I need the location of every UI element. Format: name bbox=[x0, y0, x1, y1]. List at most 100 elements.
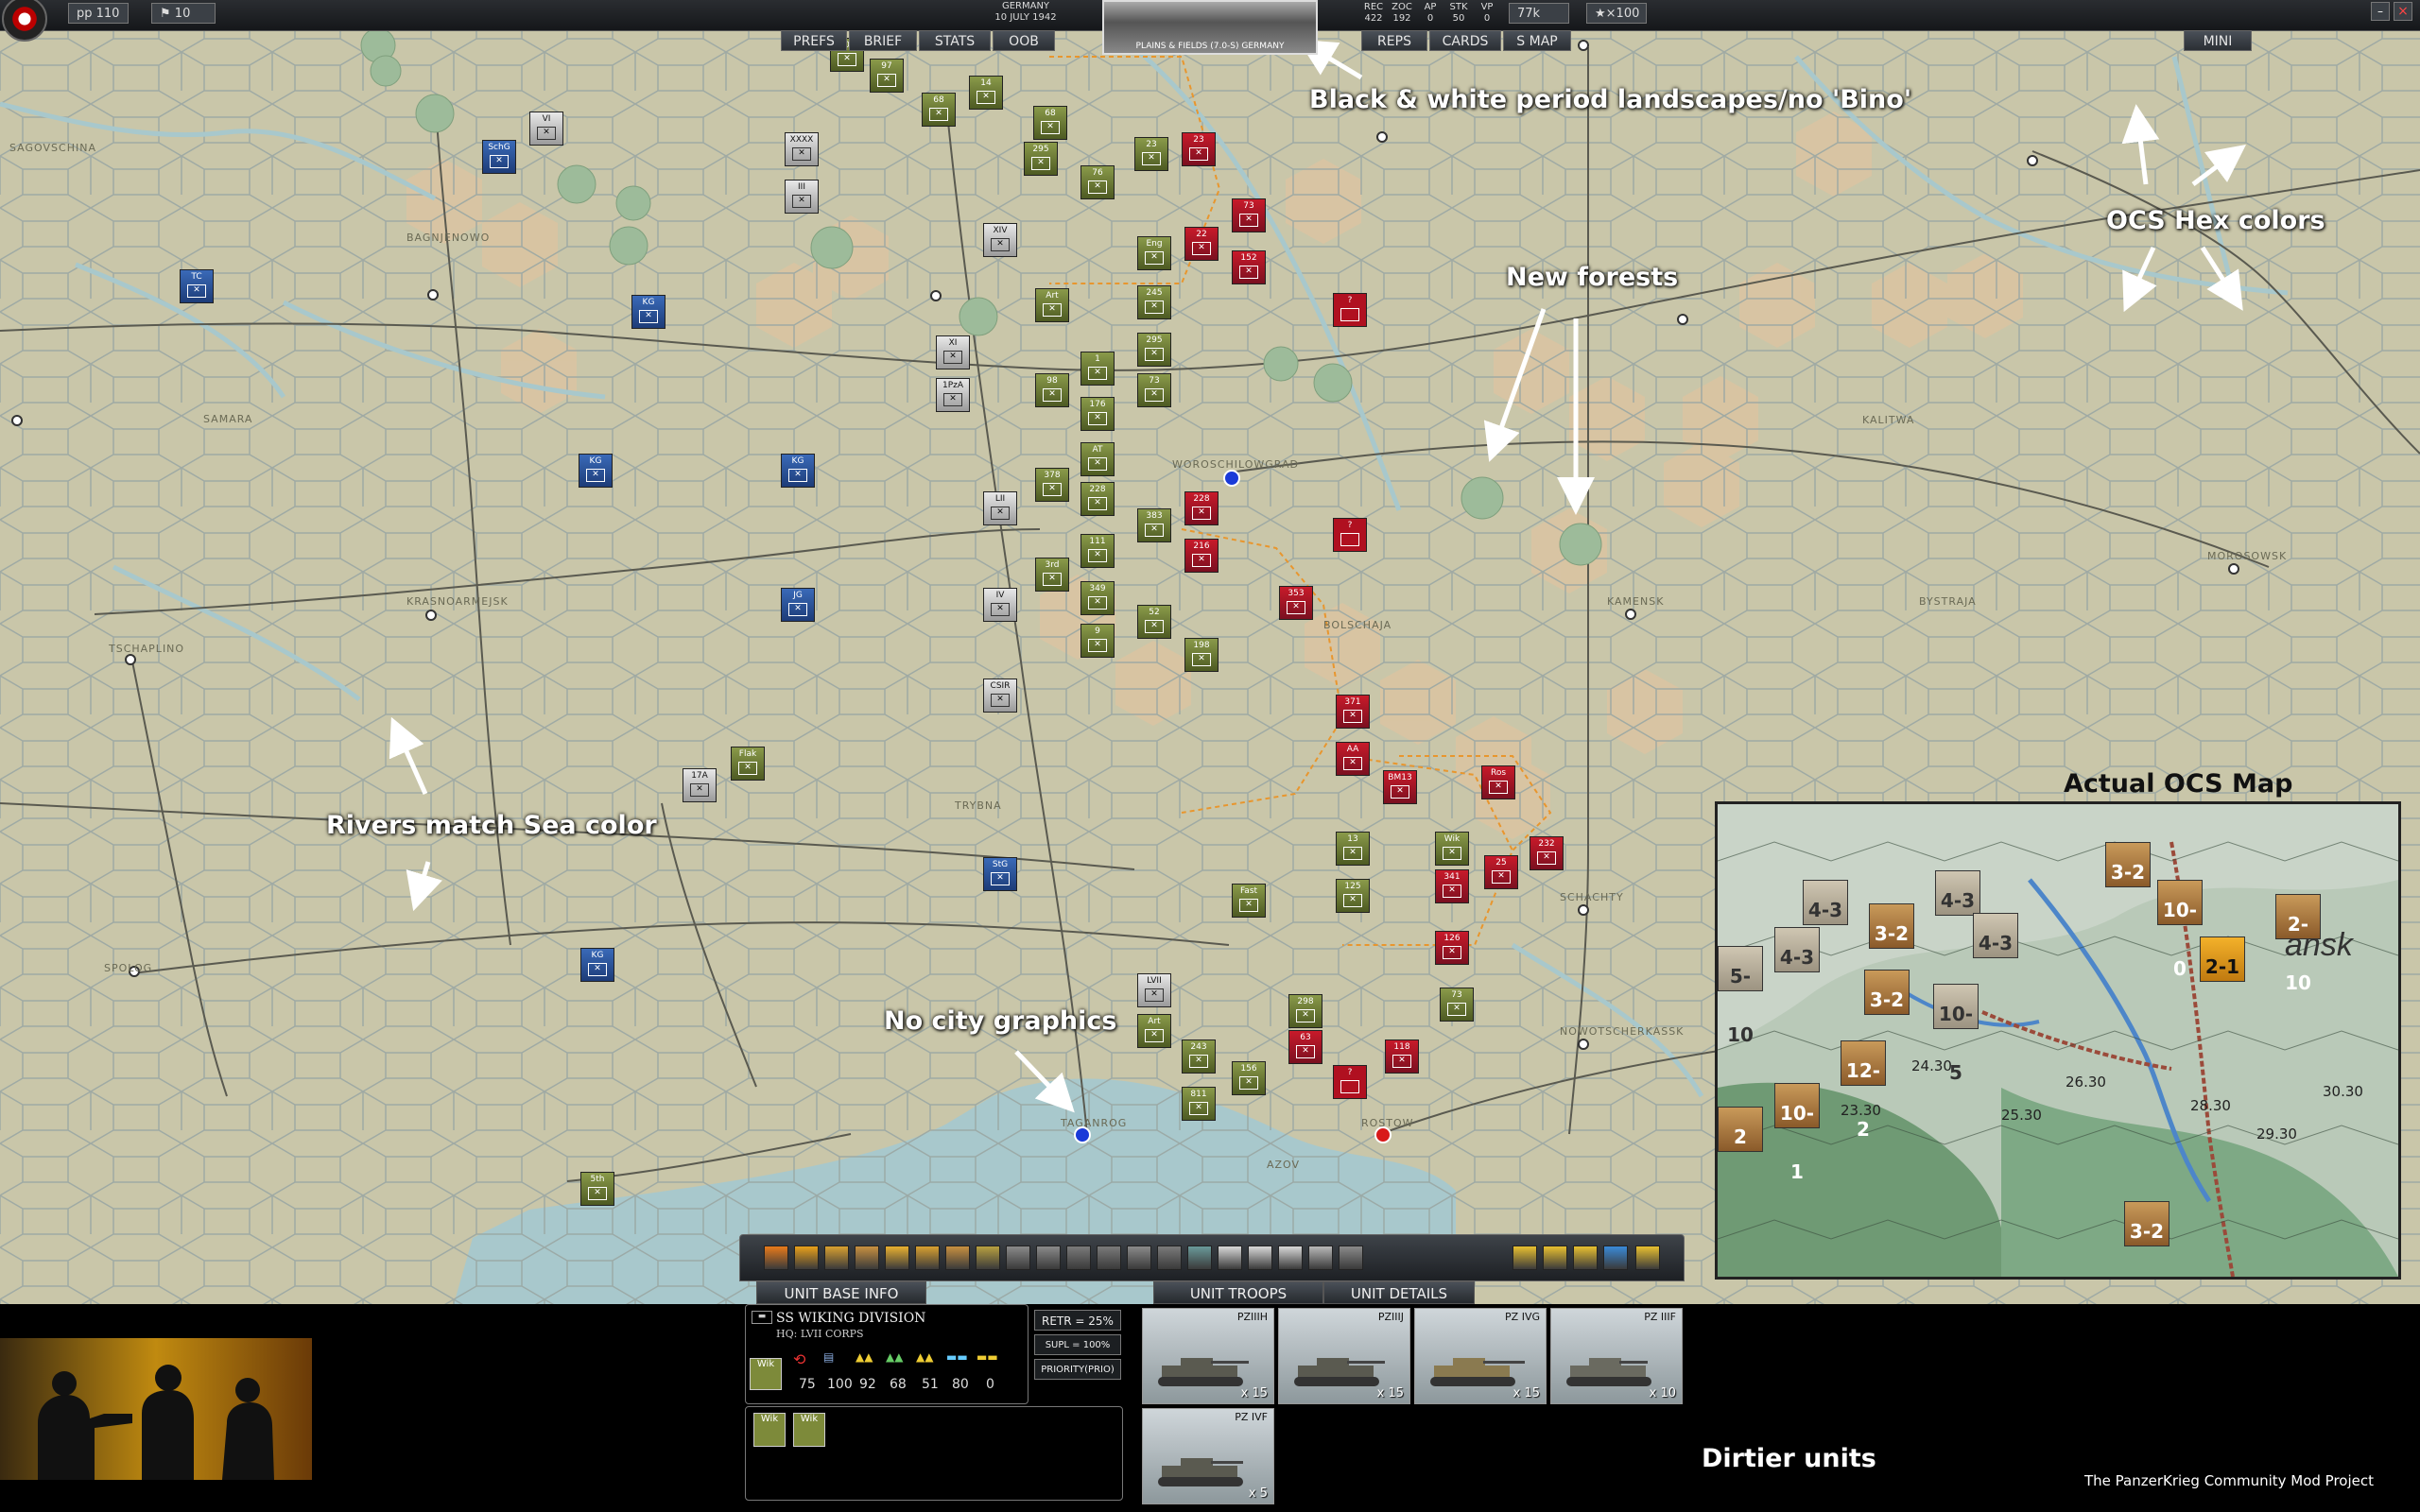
soviet-unit-counter[interactable]: 353 ✕ bbox=[1279, 586, 1313, 620]
flag-icon[interactable] bbox=[1603, 1246, 1628, 1270]
axis-unit-counter[interactable]: 3rd ✕ bbox=[1035, 558, 1069, 592]
axis-unit-counter[interactable]: XIV ✕ bbox=[983, 223, 1017, 257]
zoom-in-icon[interactable] bbox=[1248, 1246, 1272, 1270]
axis-unit-counter[interactable]: Eng ✕ bbox=[1137, 236, 1171, 270]
prev-unit-icon[interactable] bbox=[1512, 1246, 1537, 1270]
soviet-unit-counter[interactable]: 216 ✕ bbox=[1184, 539, 1219, 573]
troop-card[interactable]: PZIIIH x 15 bbox=[1142, 1308, 1274, 1404]
axis-unit-counter[interactable]: 349 ✕ bbox=[1080, 581, 1115, 615]
soviet-unit-counter[interactable]: 126 ✕ bbox=[1435, 931, 1469, 965]
air-icon[interactable] bbox=[1006, 1246, 1030, 1270]
axis-unit-counter[interactable]: XXXX ✕ bbox=[785, 132, 819, 166]
strategic-map[interactable]: SAGOVSCHINA BAGNJENOWO SAMARA BOLSCHAJA … bbox=[0, 0, 2420, 1304]
troop-card[interactable]: PZ IIIF x 10 bbox=[1550, 1308, 1683, 1404]
next-unit-icon[interactable] bbox=[1339, 1246, 1363, 1270]
axis-unit-counter[interactable]: 13 ✕ bbox=[1336, 832, 1370, 866]
axis-unit-counter[interactable]: KG ✕ bbox=[781, 454, 815, 488]
card-icon[interactable] bbox=[1573, 1246, 1598, 1270]
stats-button[interactable]: STATS bbox=[919, 30, 991, 51]
axis-unit-counter[interactable]: StG ✕ bbox=[983, 857, 1017, 891]
troop-card[interactable]: PZ IVF x 5 bbox=[1142, 1408, 1274, 1504]
soviet-unit-counter[interactable]: 63 ✕ bbox=[1288, 1030, 1322, 1064]
axis-unit-counter[interactable]: 383 ✕ bbox=[1137, 508, 1171, 542]
soviet-unit-counter[interactable]: 152 ✕ bbox=[1232, 250, 1266, 284]
recon-icon[interactable] bbox=[915, 1246, 940, 1270]
axis-unit-counter[interactable]: 23 ✕ bbox=[1134, 137, 1168, 171]
axis-unit-counter[interactable]: XI ✕ bbox=[936, 335, 970, 369]
axis-unit-counter[interactable]: III ✕ bbox=[785, 180, 819, 214]
soviet-unit-counter[interactable]: 23 ✕ bbox=[1182, 132, 1216, 166]
bomb-icon[interactable] bbox=[885, 1246, 909, 1270]
axis-unit-counter[interactable]: 295 ✕ bbox=[1137, 333, 1171, 367]
axis-unit-counter[interactable]: 378 ✕ bbox=[1035, 468, 1069, 502]
smap-button[interactable]: S MAP bbox=[1503, 30, 1571, 51]
soviet-unit-counter[interactable]: ? bbox=[1333, 518, 1367, 552]
zoom-icon[interactable] bbox=[1187, 1246, 1212, 1270]
dig-icon[interactable] bbox=[1157, 1246, 1182, 1270]
axis-unit-counter[interactable]: Art ✕ bbox=[1035, 288, 1069, 322]
axis-unit-counter[interactable]: VI ✕ bbox=[529, 112, 563, 146]
soviet-unit-counter[interactable]: 118 ✕ bbox=[1385, 1040, 1419, 1074]
axis-unit-counter[interactable]: Flak ✕ bbox=[731, 747, 765, 781]
axis-unit-counter[interactable]: 811 ✕ bbox=[1182, 1087, 1216, 1121]
axis-unit-counter[interactable]: 176 ✕ bbox=[1080, 397, 1115, 431]
soviet-unit-counter[interactable]: BM13 ✕ bbox=[1383, 770, 1417, 804]
axis-unit-counter[interactable]: Fast ✕ bbox=[1232, 884, 1266, 918]
reinforce-icon[interactable] bbox=[1127, 1246, 1151, 1270]
soviet-unit-counter[interactable]: ? bbox=[1333, 1065, 1367, 1099]
axis-unit-counter[interactable]: TC ✕ bbox=[180, 269, 214, 303]
transport-icon[interactable] bbox=[976, 1246, 1000, 1270]
prefs-button[interactable]: PREFS bbox=[781, 30, 847, 51]
axis-unit-counter[interactable]: KG ✕ bbox=[580, 948, 614, 982]
axis-unit-counter[interactable]: JG ✕ bbox=[781, 588, 815, 622]
search-icon[interactable] bbox=[1278, 1246, 1303, 1270]
resupply-icon[interactable] bbox=[824, 1246, 849, 1270]
soviet-unit-counter[interactable]: 73 ✕ bbox=[1232, 198, 1266, 232]
reps-button[interactable]: REPS bbox=[1361, 30, 1427, 51]
leader-icon[interactable] bbox=[1543, 1246, 1567, 1270]
soviet-unit-counter[interactable]: ? bbox=[1333, 293, 1367, 327]
axis-unit-counter[interactable]: 98 ✕ bbox=[1035, 373, 1069, 407]
axis-unit-counter[interactable]: Wik ✕ bbox=[1435, 832, 1469, 866]
axis-unit-counter[interactable]: 156 ✕ bbox=[1232, 1061, 1266, 1095]
axis-unit-counter[interactable]: 73 ✕ bbox=[1440, 988, 1474, 1022]
axis-unit-counter[interactable]: 1PzA ✕ bbox=[936, 378, 970, 412]
soviet-unit-counter[interactable]: Ros ✕ bbox=[1481, 765, 1515, 799]
soviet-unit-counter[interactable]: 25 ✕ bbox=[1484, 855, 1518, 889]
axis-unit-counter[interactable]: CSIR ✕ bbox=[983, 679, 1017, 713]
axis-unit-counter[interactable]: IV ✕ bbox=[983, 588, 1017, 622]
mini-button[interactable]: MINI bbox=[2184, 30, 2252, 51]
entrench-icon[interactable] bbox=[945, 1246, 970, 1270]
axis-unit-counter[interactable]: 245 ✕ bbox=[1137, 285, 1171, 319]
brief-button[interactable]: BRIEF bbox=[849, 30, 917, 51]
axis-unit-counter[interactable]: 9 ✕ bbox=[1080, 624, 1115, 658]
cards-button[interactable]: CARDS bbox=[1429, 30, 1501, 51]
supply-setting[interactable]: SUPL = 100%(100%) bbox=[1034, 1334, 1121, 1371]
retreat-setting[interactable]: RETR = 25% bbox=[1034, 1310, 1121, 1331]
axis-unit-counter[interactable]: LVII ✕ bbox=[1137, 973, 1171, 1007]
axis-unit-counter[interactable]: Art ✕ bbox=[1137, 1014, 1171, 1048]
info-icon[interactable] bbox=[1308, 1246, 1333, 1270]
soviet-unit-counter[interactable]: 232 ✕ bbox=[1530, 836, 1564, 870]
rail-icon[interactable] bbox=[1066, 1246, 1091, 1270]
move-icon[interactable] bbox=[764, 1246, 788, 1270]
axis-unit-counter[interactable]: KG ✕ bbox=[631, 295, 666, 329]
axis-unit-counter[interactable]: 68 ✕ bbox=[922, 93, 956, 127]
troop-card[interactable]: PZ IVG x 15 bbox=[1414, 1308, 1547, 1404]
axis-unit-counter[interactable]: 73 ✕ bbox=[1137, 373, 1171, 407]
unit-counter-icon[interactable]: Wik bbox=[750, 1358, 782, 1390]
subunit-counter[interactable]: Wik bbox=[753, 1413, 786, 1447]
upgrade-icon[interactable] bbox=[855, 1246, 879, 1270]
axis-unit-counter[interactable]: KG ✕ bbox=[579, 454, 613, 488]
close-icon[interactable]: × bbox=[2394, 2, 2412, 21]
tab-unit-details[interactable]: UNIT DETAILS bbox=[1323, 1281, 1475, 1304]
axis-unit-counter[interactable]: 17A ✕ bbox=[683, 768, 717, 802]
tab-unit-base-info[interactable]: UNIT BASE INFO bbox=[756, 1281, 926, 1304]
axis-unit-counter[interactable]: 228 ✕ bbox=[1080, 482, 1115, 516]
oob-button[interactable]: OOB bbox=[993, 30, 1055, 51]
soviet-unit-counter[interactable]: 371 ✕ bbox=[1336, 695, 1370, 729]
soviet-unit-counter[interactable]: 341 ✕ bbox=[1435, 869, 1469, 903]
minimize-icon[interactable]: – bbox=[2371, 2, 2390, 21]
axis-unit-counter[interactable]: 298 ✕ bbox=[1288, 994, 1322, 1028]
priority-setting[interactable]: PRIORITY(PRIO) bbox=[1034, 1359, 1121, 1380]
